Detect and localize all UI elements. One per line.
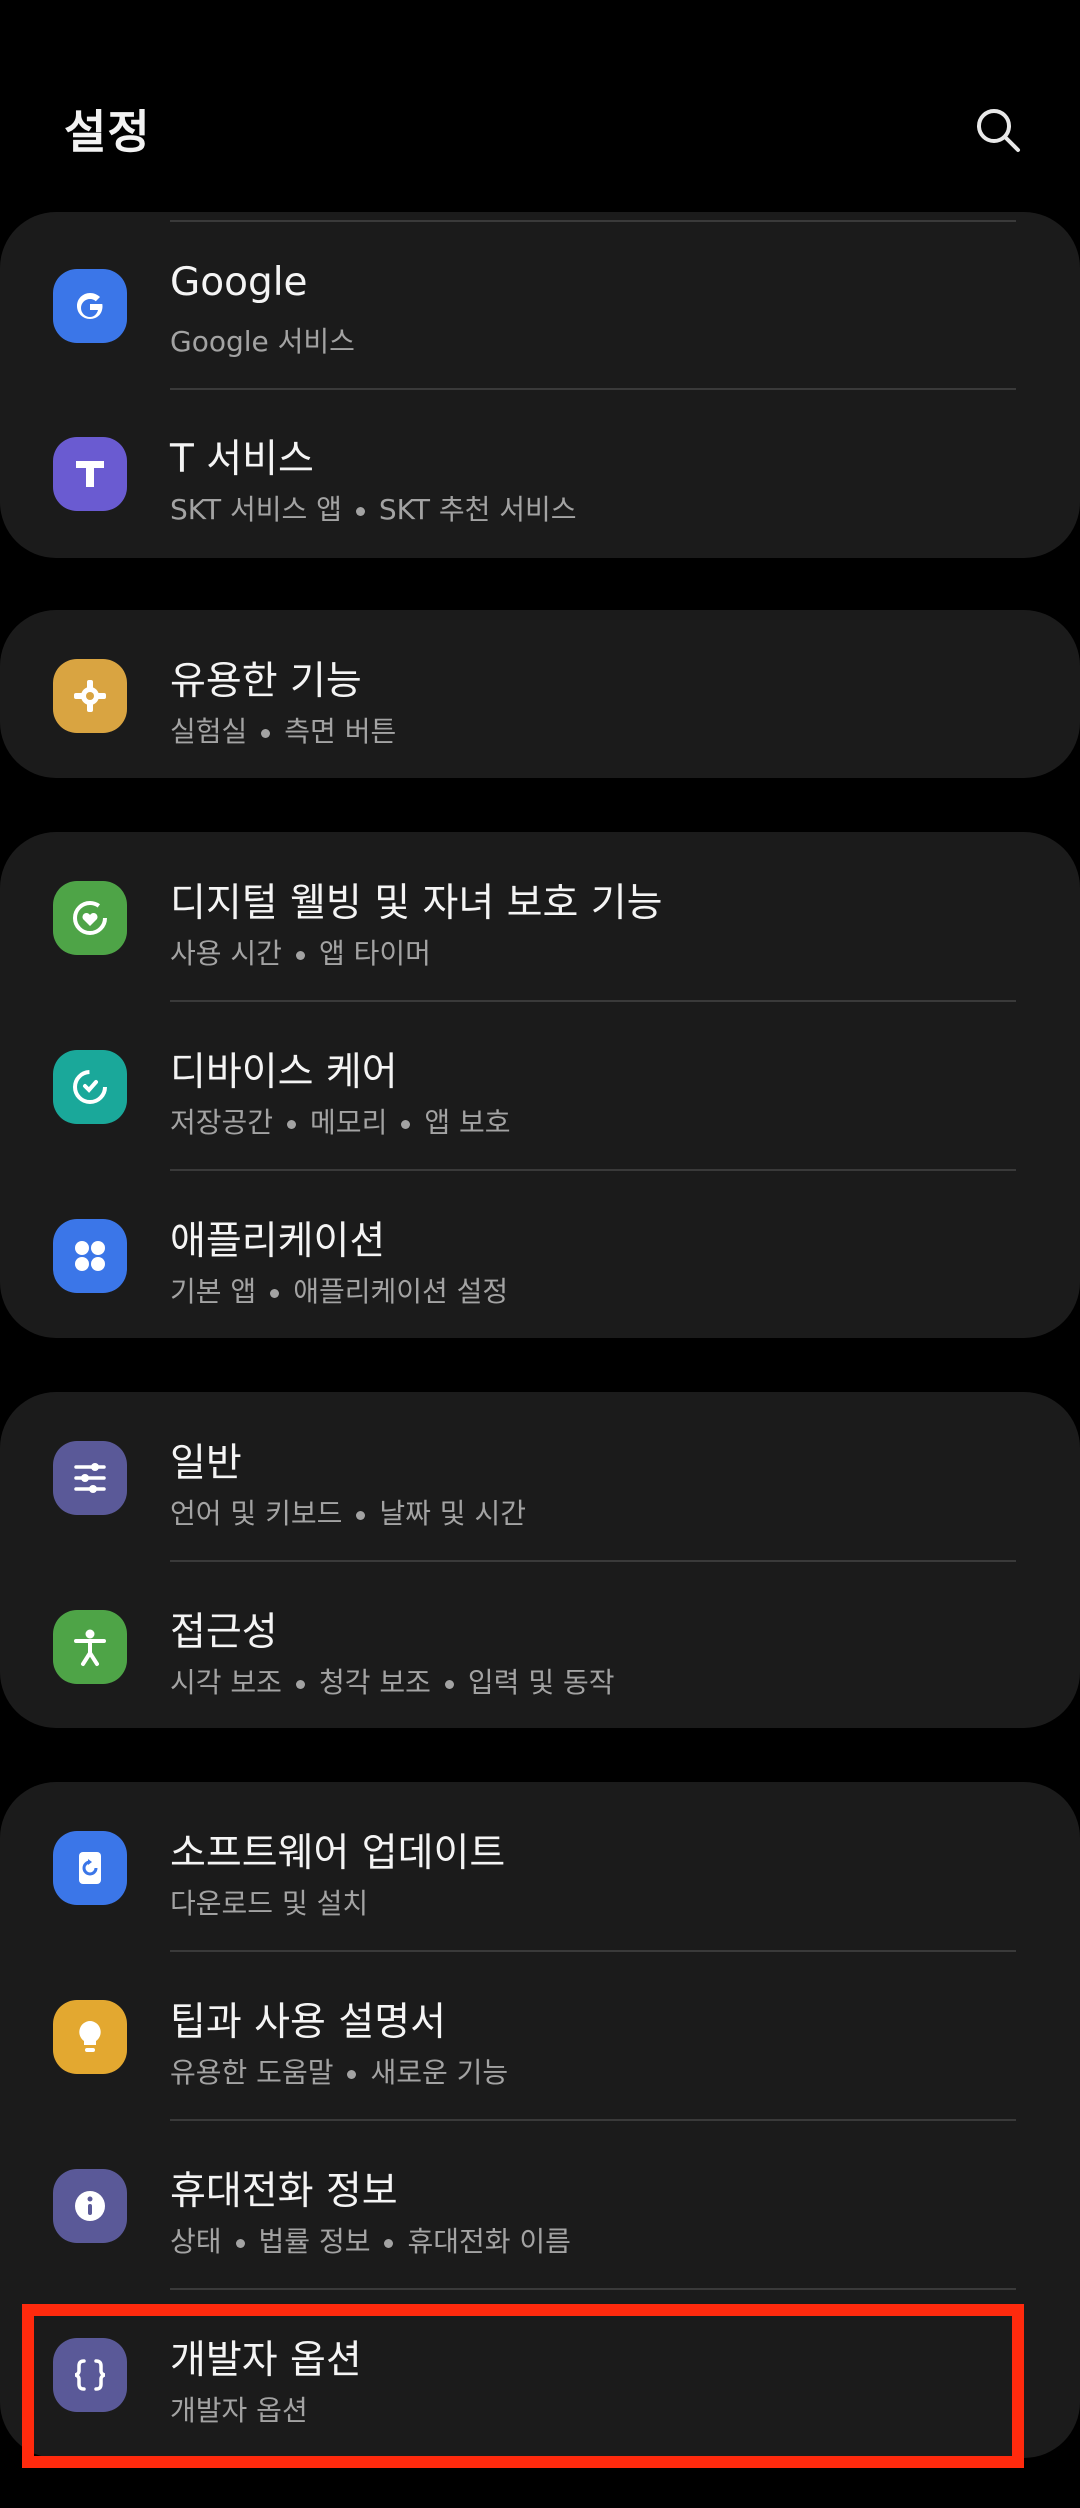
settings-item-subtitle: 시각 보조 청각 보조 입력 및 동작	[170, 1666, 615, 1699]
header: 설정	[0, 0, 1080, 210]
device-care-icon	[53, 1050, 127, 1124]
t-service-icon	[53, 437, 127, 511]
software-update-icon	[53, 1831, 127, 1905]
settings-item-software-update[interactable]: 소프트웨어 업데이트 다운로드 및 설치	[0, 1782, 1080, 1950]
settings-item-title: 접근성	[170, 1610, 278, 1655]
settings-item-subtitle: 저장공간 메모리 앱 보호	[170, 1106, 511, 1139]
settings-group-advanced: 유용한 기능 실험실 측면 버튼	[0, 610, 1080, 778]
page-title: 설정	[64, 105, 151, 159]
settings-item-google[interactable]: Google Google 서비스	[0, 220, 1080, 388]
settings-item-title: 유용한 기능	[170, 659, 362, 704]
info-icon	[53, 2169, 127, 2243]
settings-item-title: 소프트웨어 업데이트	[170, 1831, 506, 1876]
settings-item-subtitle: 상태 법률 정보 휴대전화 이름	[170, 2225, 571, 2258]
settings-item-subtitle: Google 서비스	[170, 325, 355, 358]
settings-item-about-phone[interactable]: 휴대전화 정보 상태 법률 정보 휴대전화 이름	[0, 2120, 1080, 2288]
search-icon	[977, 109, 1020, 152]
settings-item-developer-options[interactable]: 개발자 옵션 개발자 옵션	[0, 2289, 1080, 2457]
settings-item-accessibility[interactable]: 접근성 시각 보조 청각 보조 입력 및 동작	[0, 1561, 1080, 1728]
settings-item-title: 휴대전화 정보	[170, 2169, 398, 2214]
settings-item-tips[interactable]: 팁과 사용 설명서 유용한 도움말 새로운 기능	[0, 1951, 1080, 2119]
settings-item-t-service[interactable]: T 서비스 SKT 서비스 앱 SKT 추천 서비스	[0, 388, 1080, 556]
settings-item-title: 개발자 옵션	[170, 2338, 362, 2383]
settings-item-subtitle: 다운로드 및 설치	[170, 1887, 369, 1920]
settings-item-title: 애플리케이션	[170, 1219, 386, 1264]
settings-item-applications[interactable]: 애플리케이션 기본 앱 애플리케이션 설정	[0, 1170, 1080, 1338]
developer-braces-icon	[53, 2338, 127, 2412]
settings-item-subtitle: 언어 및 키보드 날짜 및 시간	[170, 1497, 526, 1530]
settings-item-subtitle: 개발자 옵션	[170, 2394, 308, 2427]
search-button[interactable]	[966, 98, 1030, 162]
apps-grid-icon	[53, 1219, 127, 1293]
lightbulb-icon	[53, 2000, 127, 2074]
settings-item-subtitle: 사용 시간 앱 타이머	[170, 937, 431, 970]
accessibility-person-icon	[53, 1610, 127, 1684]
settings-item-subtitle: 실험실 측면 버튼	[170, 715, 397, 748]
settings-item-general[interactable]: 일반 언어 및 키보드 날짜 및 시간	[0, 1392, 1080, 1560]
settings-group-system: 소프트웨어 업데이트 다운로드 및 설치 팁과 사용 설명서 유용한 도움말 새로…	[0, 1782, 1080, 2458]
settings-group-general: 일반 언어 및 키보드 날짜 및 시간 접근성 시각 보조 청각 보조 입력 및 동작	[0, 1392, 1080, 1728]
settings-item-subtitle: 기본 앱 애플리케이션 설정	[170, 1275, 509, 1308]
settings-item-title: Google	[170, 260, 308, 305]
settings-item-subtitle: 유용한 도움말 새로운 기능	[170, 2056, 509, 2089]
puzzle-gear-icon	[53, 659, 127, 733]
sliders-icon	[53, 1441, 127, 1515]
settings-item-title: 일반	[170, 1441, 242, 1486]
settings-item-advanced-features[interactable]: 유용한 기능 실험실 측면 버튼	[0, 610, 1080, 778]
settings-group-accounts: Google Google 서비스 T 서비스 SKT 서비스 앱 SKT 추천 …	[0, 212, 1080, 558]
google-icon	[53, 269, 127, 343]
settings-item-title: 디지털 웰빙 및 자녀 보호 기능	[170, 881, 663, 926]
settings-item-device-care[interactable]: 디바이스 케어 저장공간 메모리 앱 보호	[0, 1001, 1080, 1169]
settings-item-digital-wellbeing[interactable]: 디지털 웰빙 및 자녀 보호 기능 사용 시간 앱 타이머	[0, 832, 1080, 1000]
settings-group-wellbeing: 디지털 웰빙 및 자녀 보호 기능 사용 시간 앱 타이머 디바이스 케어 저장공…	[0, 832, 1080, 1338]
settings-item-subtitle: SKT 서비스 앱 SKT 추천 서비스	[170, 493, 577, 526]
settings-item-title: 팁과 사용 설명서	[170, 2000, 446, 2045]
wellbeing-heart-icon	[53, 881, 127, 955]
settings-item-title: T 서비스	[170, 437, 314, 482]
settings-item-title: 디바이스 케어	[170, 1050, 398, 1095]
